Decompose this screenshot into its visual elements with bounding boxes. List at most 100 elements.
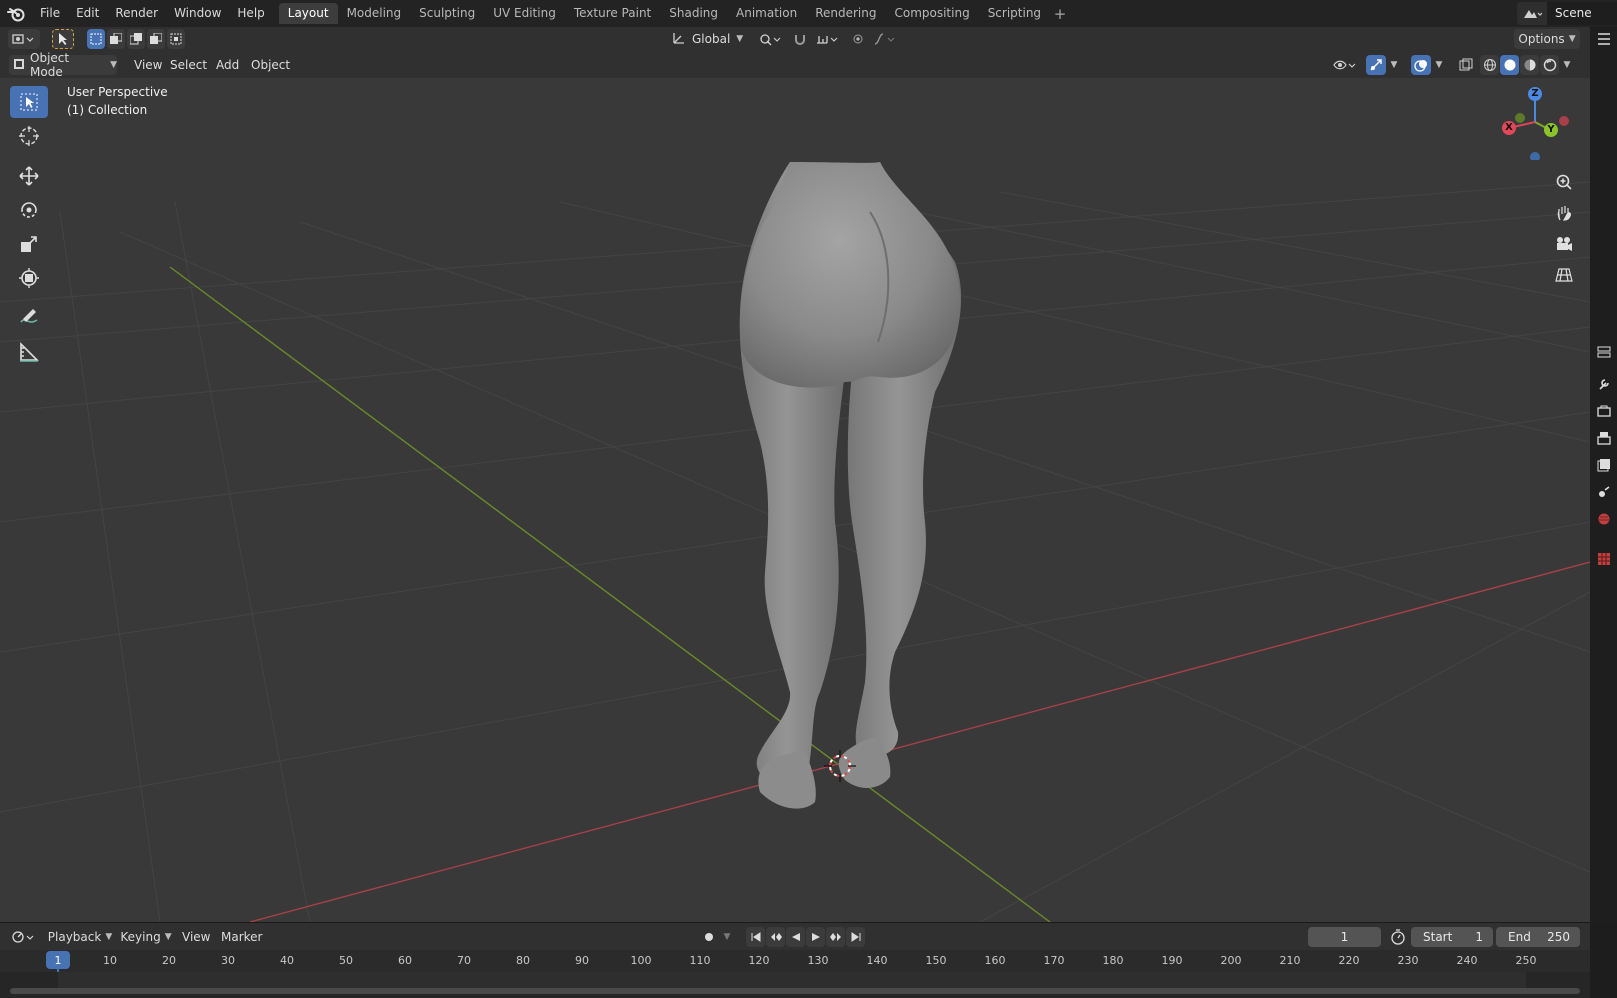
jump-end-icon[interactable]: [846, 927, 865, 947]
scene-properties-icon[interactable]: [1592, 480, 1615, 504]
gizmo-toggle[interactable]: [1366, 55, 1386, 75]
tab-shading[interactable]: Shading: [660, 3, 727, 24]
overlays-toggle[interactable]: [1411, 55, 1431, 75]
tab-animation[interactable]: Animation: [727, 3, 806, 24]
mode-intersect-icon[interactable]: [167, 29, 185, 49]
keying-menu[interactable]: Keying ▼: [118, 927, 174, 947]
timeline-menu-marker[interactable]: Marker: [215, 927, 268, 947]
proportional-falloff-dropdown[interactable]: [870, 29, 900, 49]
timeline-scrollbar[interactable]: [10, 988, 1580, 994]
rotate-icon[interactable]: [10, 194, 48, 226]
end-frame-field[interactable]: End 250: [1496, 927, 1580, 947]
mode-subtract-icon[interactable]: [127, 29, 145, 49]
render-properties-icon[interactable]: [1592, 399, 1615, 423]
options-dropdown[interactable]: Options ▼: [1514, 29, 1580, 49]
material-shading-icon[interactable]: [1520, 55, 1539, 75]
view-layer-icon[interactable]: [1592, 453, 1615, 477]
menu-window[interactable]: Window: [166, 0, 229, 27]
tool-settings-icon[interactable]: [1592, 340, 1615, 364]
cursor-icon[interactable]: [10, 120, 48, 152]
frame-tick: 230: [1397, 954, 1419, 967]
perspective-toggle-icon[interactable]: [1550, 261, 1578, 289]
current-frame-field[interactable]: 1: [1308, 927, 1381, 947]
overlays-dropdown[interactable]: ▼: [1432, 55, 1446, 75]
add-workspace-button[interactable]: +: [1050, 5, 1070, 23]
gizmo-y-axis[interactable]: Y: [1544, 123, 1558, 137]
navigation-gizmo[interactable]: Z Y X: [1495, 80, 1575, 162]
gizmo-z-axis[interactable]: Z: [1528, 87, 1542, 101]
timeline-menu-view[interactable]: View: [176, 927, 216, 947]
tab-rendering[interactable]: Rendering: [806, 3, 885, 24]
tab-layout[interactable]: Layout: [278, 3, 338, 24]
frame-tick: 110: [689, 954, 711, 967]
object-mode-dropdown[interactable]: Object Mode ▼: [9, 51, 117, 79]
scale-icon[interactable]: [10, 228, 48, 260]
transform-orientation-dropdown[interactable]: Global ▼: [668, 29, 746, 49]
tab-scripting[interactable]: Scripting: [979, 3, 1050, 24]
pivot-point-dropdown[interactable]: [755, 29, 785, 49]
shading-dropdown[interactable]: ▼: [1560, 55, 1574, 75]
move-icon[interactable]: [10, 160, 48, 192]
timeline-ruler[interactable]: 1 10 20 30 40 50 60 70 80 90 100 110 120…: [0, 950, 1590, 998]
tab-compositing[interactable]: Compositing: [885, 3, 978, 24]
mode-new-icon[interactable]: [87, 29, 105, 49]
playback-menu[interactable]: Playback ▼: [47, 927, 113, 947]
timeline-body[interactable]: [0, 972, 1590, 998]
transform-icon[interactable]: [10, 262, 48, 294]
jump-keyframe-forward-icon[interactable]: [826, 927, 845, 947]
viewport-menu-object[interactable]: Object: [245, 55, 296, 75]
start-frame-field[interactable]: Start 1: [1411, 927, 1493, 947]
zoom-icon[interactable]: [1550, 168, 1578, 196]
world-icon[interactable]: [1592, 507, 1615, 531]
menu-file[interactable]: File: [32, 0, 68, 27]
outliner-icon[interactable]: [1592, 27, 1615, 51]
xray-toggle[interactable]: [1456, 55, 1476, 75]
play-reverse-icon[interactable]: [786, 927, 805, 947]
viewport-menu-view[interactable]: View: [128, 55, 168, 75]
frame-tick: 30: [221, 954, 235, 967]
tab-modeling[interactable]: Modeling: [338, 3, 411, 24]
snap-target-dropdown[interactable]: [812, 29, 842, 49]
tab-uv-editing[interactable]: UV Editing: [484, 3, 565, 24]
viewport-menu-add[interactable]: Add: [210, 55, 245, 75]
visibility-dropdown[interactable]: [1330, 55, 1360, 75]
timer-icon[interactable]: [1390, 929, 1406, 948]
gizmo-dropdown[interactable]: ▼: [1387, 55, 1401, 75]
scene-icon[interactable]: [1517, 2, 1547, 25]
wrench-icon[interactable]: [1592, 372, 1615, 396]
proportional-edit-toggle[interactable]: [848, 29, 868, 49]
mode-invert-icon[interactable]: [147, 29, 165, 49]
measure-icon[interactable]: [10, 336, 48, 368]
annotate-icon[interactable]: [10, 302, 48, 334]
editor-type-button[interactable]: [8, 29, 40, 49]
select-tool-button[interactable]: [52, 29, 74, 49]
wireframe-shading-icon[interactable]: [1480, 55, 1499, 75]
pan-hand-icon[interactable]: [1550, 199, 1578, 227]
rendered-shading-icon[interactable]: [1540, 55, 1559, 75]
tab-texture-paint[interactable]: Texture Paint: [565, 3, 660, 24]
mode-extend-icon[interactable]: [107, 29, 125, 49]
jump-keyframe-back-icon[interactable]: [766, 927, 785, 947]
menu-help[interactable]: Help: [229, 0, 272, 27]
jump-start-icon[interactable]: [746, 927, 765, 947]
playback-label: Playback: [47, 930, 102, 944]
auto-keying-toggle[interactable]: [698, 927, 720, 947]
menu-edit[interactable]: Edit: [68, 0, 107, 27]
timeline-editor-type-button[interactable]: [8, 927, 40, 947]
output-properties-icon[interactable]: [1592, 426, 1615, 450]
menu-render[interactable]: Render: [107, 0, 166, 27]
texture-icon[interactable]: [1592, 547, 1615, 571]
3d-viewport[interactable]: User Perspective (1) Collection Z Y X: [0, 52, 1590, 922]
select-box-icon[interactable]: [10, 86, 48, 118]
keying-set-dropdown[interactable]: ▼: [720, 927, 734, 947]
solid-shading-icon[interactable]: [1500, 55, 1519, 75]
scene-name-field[interactable]: Scene: [1547, 2, 1617, 25]
mesh-model[interactable]: [739, 162, 962, 809]
play-icon[interactable]: [806, 927, 825, 947]
gizmo-x-axis[interactable]: X: [1502, 121, 1516, 135]
snap-toggle[interactable]: [790, 29, 810, 49]
blender-logo-icon[interactable]: [0, 0, 32, 27]
tab-sculpting[interactable]: Sculpting: [410, 3, 484, 24]
viewport-menu-select[interactable]: Select: [164, 55, 213, 75]
camera-view-icon[interactable]: [1550, 230, 1578, 258]
